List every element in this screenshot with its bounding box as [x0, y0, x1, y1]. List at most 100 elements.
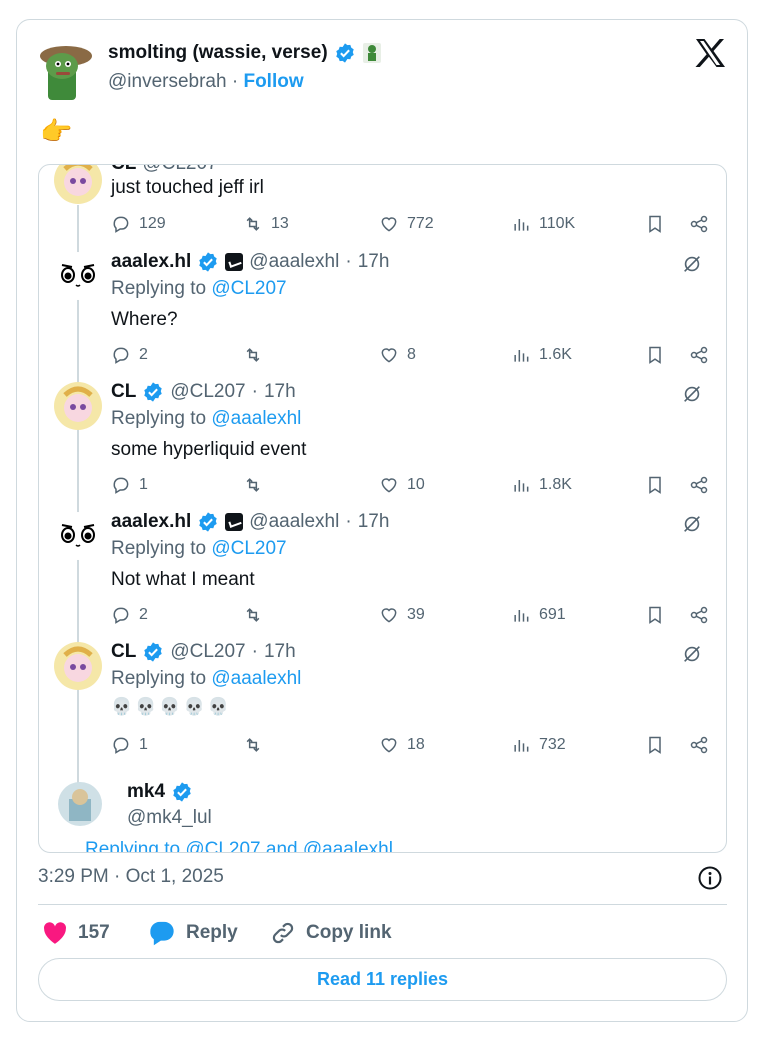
like-action[interactable]: 18	[379, 733, 425, 757]
grok-icon[interactable]	[681, 643, 703, 665]
tweet-handle[interactable]: @aaalexhl	[249, 251, 339, 273]
reply-icon	[113, 607, 129, 624]
replying-to-link[interactable]: @CL207	[211, 538, 286, 559]
cl-avatar[interactable]	[53, 641, 103, 691]
grok-icon[interactable]	[681, 383, 703, 405]
reply-action[interactable]: 2	[111, 343, 148, 367]
aaalex-avatar[interactable]	[53, 511, 103, 561]
views-action[interactable]: 732	[511, 733, 566, 757]
pepe-avatar[interactable]	[38, 42, 94, 102]
cl-avatar[interactable]	[53, 164, 103, 205]
reply-action[interactable]: 2	[111, 603, 148, 627]
share-icon[interactable]	[689, 735, 709, 755]
views-action[interactable]: 1.6K	[511, 343, 572, 367]
share-icon[interactable]	[689, 345, 709, 365]
bookmark-icon[interactable]	[645, 735, 665, 755]
like-action[interactable]: 772	[379, 212, 434, 236]
tweet-name[interactable]: CL	[111, 641, 136, 663]
tweet-text: Where?	[111, 309, 178, 330]
tweet-handle[interactable]: @aaalexhl	[249, 511, 339, 533]
reply-action[interactable]: 1	[111, 473, 148, 497]
follow-button[interactable]: Follow	[243, 71, 303, 92]
tweet-time[interactable]: 17h	[264, 381, 296, 403]
tweet-name[interactable]: CL	[111, 165, 136, 175]
like-action[interactable]: 8	[379, 343, 416, 367]
reply-count: 1	[139, 476, 148, 493]
copy-link-button[interactable]: Copy link	[270, 918, 392, 948]
reply-action[interactable]: 1	[111, 733, 148, 757]
replying-to-link[interactable]: @aaalexhl	[211, 668, 301, 689]
retweet-icon	[246, 478, 260, 492]
tweet-name[interactable]: CL	[111, 381, 136, 403]
retweet-action[interactable]	[243, 473, 271, 497]
views-action[interactable]: 691	[511, 603, 566, 627]
reply-button[interactable]: Reply	[148, 918, 238, 948]
retweet-action[interactable]	[243, 603, 271, 627]
read-replies-button[interactable]: Read 11 replies	[38, 958, 727, 1001]
cl-avatar[interactable]	[53, 381, 103, 431]
info-icon[interactable]	[697, 865, 723, 891]
separator-dot: ·	[251, 641, 258, 662]
tweet-time[interactable]: 17h	[264, 641, 296, 663]
retweet-action[interactable]	[243, 343, 271, 367]
tweet-name[interactable]: aaalex.hl	[111, 251, 191, 273]
share-icon[interactable]	[689, 605, 709, 625]
mk4-avatar[interactable]	[57, 781, 103, 827]
post-text: 👉	[40, 116, 73, 146]
grok-icon[interactable]	[681, 253, 703, 275]
verified-icon	[335, 43, 354, 63]
aaalex-avatar[interactable]	[53, 251, 103, 301]
bookmark-icon[interactable]	[645, 475, 665, 495]
bookmark-icon[interactable]	[645, 214, 665, 234]
action-bar: 2 8 1.6K	[111, 343, 721, 367]
share-icon[interactable]	[689, 214, 709, 234]
replying-to[interactable]: Replying to @CL207 and @aaalexhl	[85, 839, 393, 852]
replying-to-link[interactable]: @CL207	[211, 278, 286, 299]
tweet-text: Not what I meant	[111, 569, 255, 590]
retweet-action[interactable]: 13	[243, 212, 289, 236]
replying-label: Replying to	[111, 538, 207, 559]
replying-label: Replying to	[111, 278, 207, 299]
author-handle[interactable]: @inversebrah	[108, 71, 227, 92]
tweet-name[interactable]: mk4	[127, 781, 165, 803]
author-name[interactable]: smolting (wassie, verse)	[108, 42, 382, 64]
bookmark-icon[interactable]	[645, 605, 665, 625]
view-count: 691	[539, 606, 566, 623]
author-name-text[interactable]: smolting (wassie, verse)	[108, 42, 328, 64]
separator-dot: ·	[231, 71, 239, 92]
tweet-name[interactable]: aaalex.hl	[111, 511, 191, 533]
heart-icon	[381, 478, 397, 493]
x-logo-icon[interactable]	[694, 38, 726, 68]
reply-count: 1	[139, 736, 148, 753]
like-count: 157	[78, 922, 110, 943]
replying-to: Replying to @aaalexhl	[111, 668, 301, 690]
retweet-count: 13	[271, 215, 289, 232]
like-action[interactable]: 39	[379, 603, 425, 627]
views-action[interactable]: 1.8K	[511, 473, 572, 497]
post-timestamp[interactable]: 3:29 PM · Oct 1, 2025	[38, 866, 224, 888]
heart-filled-icon	[44, 922, 67, 944]
replying-to-link[interactable]: @aaalexhl	[211, 408, 301, 429]
embedded-thread[interactable]: CL @CL207 just touched jeff irl 129 13 7…	[38, 164, 727, 853]
tweet-handle[interactable]: @CL207	[170, 641, 245, 663]
view-count: 110K	[539, 215, 576, 232]
retweet-action[interactable]	[243, 733, 271, 757]
views-icon	[514, 219, 529, 231]
tweet-handle[interactable]: @CL207	[170, 381, 245, 403]
tweet-text: some hyperliquid event	[111, 439, 307, 460]
separator-dot: ·	[345, 511, 352, 532]
view-count: 732	[539, 736, 566, 753]
bookmark-icon[interactable]	[645, 345, 665, 365]
verified-icon	[144, 382, 163, 402]
views-action[interactable]: 110K	[511, 212, 575, 236]
tweet-handle[interactable]: @mk4_lul	[127, 807, 212, 829]
tweet-handle[interactable]: @CL207	[142, 165, 217, 175]
tweet-time[interactable]: 17h	[358, 511, 390, 533]
share-icon[interactable]	[689, 475, 709, 495]
link-icon	[272, 922, 294, 944]
like-button[interactable]: 157	[42, 918, 110, 948]
like-action[interactable]: 10	[379, 473, 425, 497]
tweet-time[interactable]: 17h	[358, 251, 390, 273]
reply-action[interactable]: 129	[111, 212, 166, 236]
grok-icon[interactable]	[681, 513, 703, 535]
